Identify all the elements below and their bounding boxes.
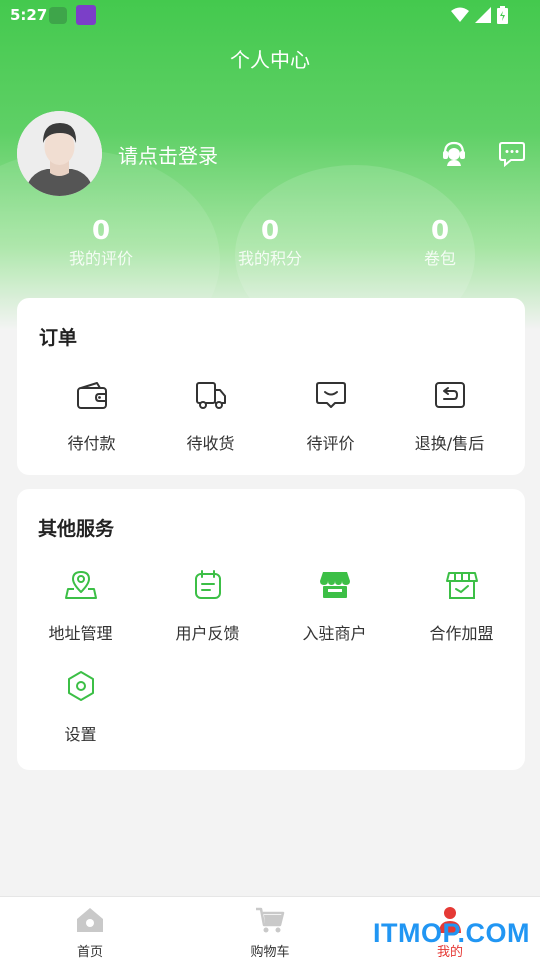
shop-icon [445,572,478,599]
service-partnership[interactable]: 合作加盟 [398,568,525,644]
service-address[interactable]: 地址管理 [17,568,144,644]
order-label: 退换/售后 [414,434,485,453]
message-icon[interactable] [498,139,526,167]
tab-label: 购物车 [250,945,290,960]
comment-icon [315,382,346,408]
watermark: ITMOP.COM [372,918,530,948]
tab-label: 首页 [76,945,103,960]
signal-icon [475,7,491,23]
android-notification-icon [49,7,67,24]
order-pending-receipt[interactable]: 待收货 [147,378,274,454]
app-notification-icon [76,5,96,25]
service-label: 入驻商户 [302,624,367,643]
login-prompt[interactable]: 请点击登录 [118,140,218,169]
tab-cart[interactable]: 购物车 [180,897,360,960]
service-merchant-join[interactable]: 入驻商户 [271,568,398,644]
order-after-sales[interactable]: 退换/售后 [386,378,513,454]
order-label: 待收货 [186,434,235,453]
avatar-person-icon [17,111,102,196]
stat-value: 0 [91,216,111,246]
service-label: 用户反馈 [175,624,240,643]
return-icon [434,382,465,408]
status-time: 5:27 [10,6,48,24]
services-card: 其他服务 地址管理 用户反馈 入驻商户 合作加盟 设置 [17,489,525,770]
service-label: 合作加盟 [429,624,494,643]
location-icon [64,571,97,599]
order-label: 待评价 [306,434,355,453]
truck-icon [195,382,226,409]
stat-label: 卷包 [423,249,456,268]
orders-card: 订单 待付款 待收货 待评价 退换/售后 [17,298,525,475]
orders-title: 订单 [39,327,78,349]
stat-value: 0 [430,216,450,246]
order-pending-payment[interactable]: 待付款 [28,378,155,454]
stat-coupons[interactable]: 0 卷包 [360,216,520,272]
services-title: 其他服务 [38,518,115,540]
service-feedback[interactable]: 用户反馈 [144,568,271,644]
battery-icon [497,6,508,24]
service-label: 设置 [64,725,97,744]
stat-value: 0 [260,216,280,246]
stat-reviews[interactable]: 0 我的评价 [21,216,181,272]
service-settings[interactable]: 设置 [17,669,144,745]
stat-points[interactable]: 0 我的积分 [190,216,350,272]
home-icon [77,908,103,932]
avatar[interactable] [17,111,102,196]
status-bar: 5:27 [0,0,540,32]
stat-label: 我的评价 [68,249,133,268]
settings-icon [67,671,94,701]
customer-service-icon[interactable] [440,139,468,167]
store-icon [319,572,350,598]
wifi-icon [451,7,469,22]
service-label: 地址管理 [48,624,113,643]
cart-icon [256,907,285,933]
page-title: 个人中心 [230,48,310,72]
wallet-icon [76,382,107,409]
order-pending-review[interactable]: 待评价 [267,378,394,454]
feedback-icon [194,570,221,599]
stat-label: 我的积分 [237,249,302,268]
tab-home[interactable]: 首页 [0,897,180,960]
order-label: 待付款 [67,434,116,453]
